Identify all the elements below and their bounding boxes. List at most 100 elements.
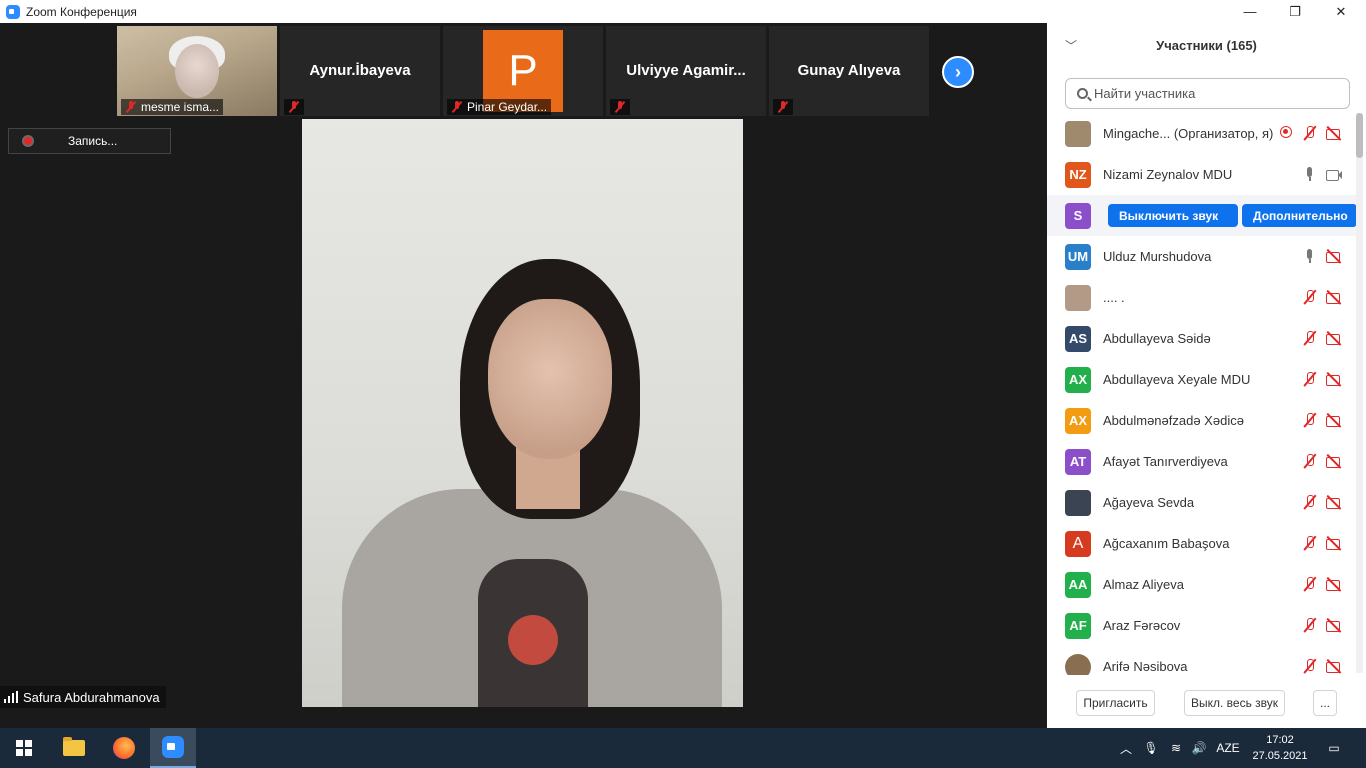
wifi-icon[interactable]: ≋ — [1166, 728, 1186, 768]
microphone-tray-icon[interactable]: 🎙 — [1141, 728, 1161, 768]
tile-name: Gunay Alıyeva — [797, 62, 901, 79]
video-off-icon[interactable] — [1325, 248, 1343, 264]
mic-muted-icon — [451, 101, 463, 113]
video-off-icon[interactable] — [1325, 412, 1343, 428]
participant-row[interactable]: Ağayeva Sevda — [1047, 482, 1357, 523]
taskbar-zoom[interactable] — [150, 728, 196, 768]
participant-name: Ulduz Murshudova — [1103, 249, 1212, 264]
video-pattern — [508, 615, 558, 665]
window-title: Zoom Конференция — [26, 4, 137, 19]
search-icon — [1077, 88, 1088, 99]
participant-name: Abdulmənəfzadə Xədicə — [1103, 413, 1244, 428]
video-off-icon[interactable] — [1325, 453, 1343, 469]
mic-muted-icon[interactable] — [1301, 412, 1317, 428]
mic-muted-icon[interactable] — [1301, 453, 1317, 469]
video-off-icon[interactable] — [1325, 125, 1343, 141]
video-off-icon[interactable] — [1325, 658, 1343, 674]
avatar: AT — [1065, 448, 1091, 475]
video-off-icon[interactable] — [1325, 371, 1343, 387]
recording-indicator[interactable]: Запись... — [8, 128, 171, 154]
video-off-icon[interactable] — [1325, 617, 1343, 633]
avatar: AF — [1065, 612, 1091, 639]
participant-row[interactable]: AS Abdullayeva Səidə — [1047, 318, 1357, 359]
taskbar-explorer[interactable] — [50, 728, 98, 768]
participant-row[interactable]: .... . — [1047, 277, 1357, 318]
next-page-button[interactable]: › — [942, 56, 974, 88]
folder-icon — [63, 737, 85, 756]
mic-muted-icon[interactable] — [1301, 125, 1317, 141]
video-tile[interactable]: P Pinar Geydar... — [443, 26, 603, 116]
mic-muted-icon[interactable] — [1301, 576, 1317, 592]
participant-row[interactable]: UM Ulduz Murshudova — [1047, 236, 1357, 277]
participant-row[interactable]: NZ Nizami Zeynalov MDU — [1047, 154, 1357, 195]
avatar — [1065, 653, 1091, 675]
video-area: mesme isma... Aynur.İbayeva P Pinar Geyd… — [0, 23, 1047, 728]
restore-button[interactable]: ❐ — [1272, 0, 1318, 23]
participant-name: Araz Fərəcov — [1103, 618, 1181, 633]
video-off-icon[interactable] — [1325, 289, 1343, 305]
language-indicator[interactable]: AZE — [1214, 728, 1242, 768]
speaker-name-tag: Safura Abdurahmanova — [0, 686, 166, 708]
notification-icon[interactable]: ▭ — [1322, 728, 1346, 768]
mute-participant-button[interactable]: Выключить звук — [1108, 204, 1238, 227]
taskbar-clock[interactable]: 17:02 27.05.2021 — [1240, 732, 1320, 764]
mic-muted-icon[interactable] — [1301, 330, 1317, 346]
scrollbar-thumb[interactable] — [1356, 113, 1363, 158]
tile-name: Pinar Geydar... — [467, 100, 548, 114]
video-tile[interactable]: mesme isma... — [117, 26, 277, 116]
mic-muted-icon[interactable] — [1301, 289, 1317, 305]
search-input[interactable] — [1094, 86, 1334, 101]
video-tile[interactable]: Gunay Alıyeva — [769, 26, 929, 116]
video-icon[interactable] — [1325, 166, 1343, 182]
volume-icon[interactable]: 🔊 — [1189, 728, 1209, 768]
participant-row[interactable]: S Выключить звук Дополнительно — [1047, 195, 1357, 236]
video-tile[interactable]: Ulviyye Agamir... — [606, 26, 766, 116]
mic-icon[interactable] — [1301, 166, 1317, 182]
mic-muted-icon[interactable] — [1301, 494, 1317, 510]
video-off-icon[interactable] — [1325, 535, 1343, 551]
video-off-icon[interactable] — [1325, 330, 1343, 346]
mic-icon[interactable] — [1301, 248, 1317, 264]
video-tile[interactable]: Aynur.İbayeva — [280, 26, 440, 116]
mic-muted-icon — [288, 101, 300, 113]
minimize-button[interactable]: — — [1227, 0, 1273, 23]
participant-row[interactable]: Mingache... (Организатор, я) — [1047, 113, 1357, 154]
mic-muted-icon[interactable] — [1301, 371, 1317, 387]
active-speaker-video[interactable] — [302, 119, 743, 707]
participant-row[interactable]: AA Almaz Aliyeva — [1047, 564, 1357, 605]
video-off-icon[interactable] — [1325, 494, 1343, 510]
participant-row[interactable]: AX Abdullayeva Xeyale MDU — [1047, 359, 1357, 400]
participant-row[interactable]: AF Araz Fərəcov — [1047, 605, 1357, 646]
record-icon — [22, 135, 34, 147]
mic-muted-icon[interactable] — [1301, 617, 1317, 633]
avatar: AA — [1065, 571, 1091, 598]
video-off-icon[interactable] — [1325, 576, 1343, 592]
participant-row[interactable]: Arifə Nəsibova — [1047, 646, 1357, 675]
avatar: A — [1065, 530, 1091, 557]
participant-row[interactable]: AX Abdulmənəfzadə Xədicə — [1047, 400, 1357, 441]
participant-row[interactable]: A Ağcaxanım Babaşova — [1047, 523, 1357, 564]
taskbar-firefox[interactable] — [100, 728, 148, 768]
mic-muted-icon[interactable] — [1301, 658, 1317, 674]
more-button[interactable]: ... — [1313, 690, 1337, 716]
participant-row[interactable]: AT Afayət Tanırverdiyeva — [1047, 441, 1357, 482]
participant-name: Afayət Tanırverdiyeva — [1103, 454, 1228, 469]
clock-date: 27.05.2021 — [1252, 750, 1308, 762]
participants-scrollbar[interactable] — [1356, 113, 1363, 673]
mic-muted-icon[interactable] — [1301, 535, 1317, 551]
chevron-down-icon[interactable]: ﹀ — [1065, 37, 1077, 54]
start-button[interactable] — [0, 728, 48, 768]
search-box[interactable] — [1065, 78, 1350, 109]
name-tag: mesme isma... — [121, 99, 224, 115]
mic-muted-icon — [125, 101, 137, 113]
invite-button[interactable]: Пригласить — [1076, 690, 1155, 716]
tray-chevron-icon[interactable]: ︿ — [1116, 728, 1136, 768]
close-button[interactable]: ✕ — [1318, 0, 1364, 23]
name-tag: Pinar Geydar... — [447, 99, 552, 115]
mute-all-button[interactable]: Выкл. весь звук — [1184, 690, 1285, 716]
name-tag — [284, 99, 304, 115]
participant-face — [175, 44, 219, 98]
more-options-button[interactable]: Дополнительно — [1242, 204, 1357, 227]
avatar — [1065, 120, 1091, 147]
participants-panel: ﹀ Участники (165) Mingache... (Организат… — [1047, 23, 1366, 728]
